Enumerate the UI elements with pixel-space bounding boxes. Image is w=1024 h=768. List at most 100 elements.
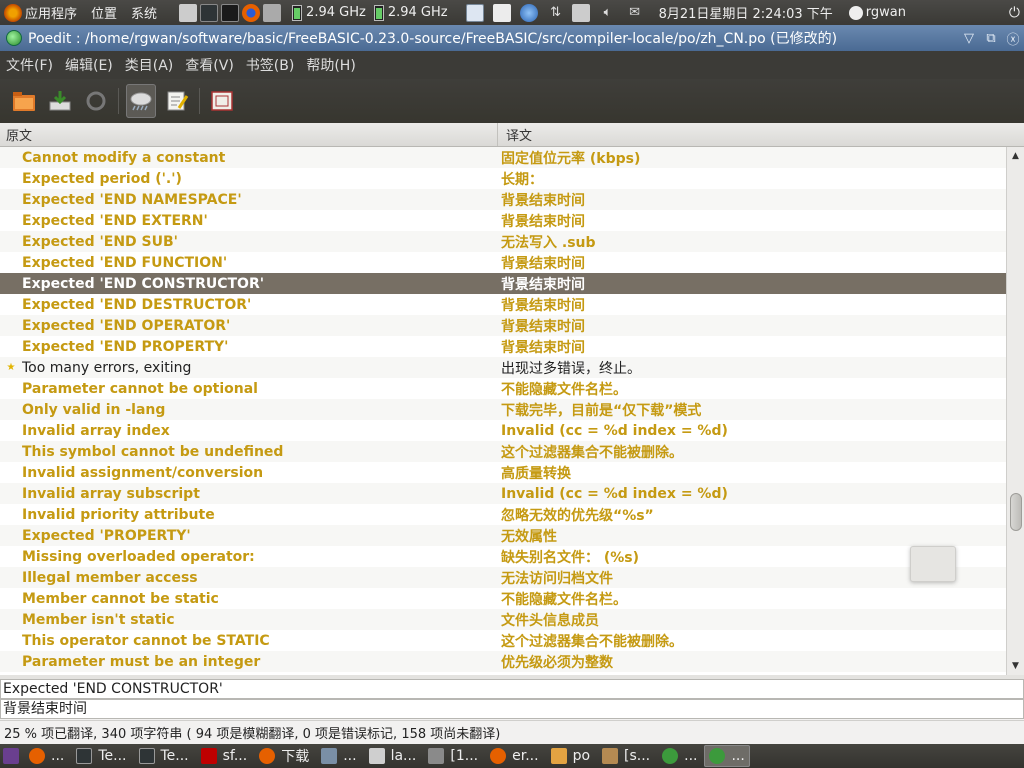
show-desktop-icon[interactable] — [3, 748, 19, 764]
comment-edit-icon — [167, 91, 189, 111]
cpu-freq-2-text: 2.94 GHz — [387, 5, 448, 20]
list-item[interactable]: Illegal member access 无法访问归档文件 — [0, 567, 1006, 588]
menu-file[interactable]: 文件(F) — [0, 55, 59, 75]
volume-icon[interactable]: 🔈︎ — [599, 4, 617, 22]
list-item[interactable]: Expected 'END NAMESPACE' 背景结束时间 — [0, 189, 1006, 210]
floating-keyboard-icon[interactable] — [910, 546, 956, 582]
taskbar-item-active[interactable]: ... — [704, 745, 750, 767]
list-item[interactable]: Member isn't static 文件头信息成员 — [0, 609, 1006, 630]
scroll-up-icon[interactable]: ▲ — [1007, 147, 1024, 165]
column-header-translation[interactable]: 译文 — [498, 125, 532, 144]
menu-edit[interactable]: 编辑(E) — [59, 55, 119, 75]
menu-places[interactable]: 位置 — [91, 3, 117, 22]
status-bar: 25 % 项已翻译, 340 项字符串 ( 94 项是模糊翻译, 0 项是错误标… — [0, 720, 1024, 744]
firefox-icon — [29, 748, 45, 764]
poedit-app-icon[interactable] — [6, 30, 22, 46]
show-desktop-button[interactable] — [0, 745, 22, 767]
update-button[interactable] — [81, 84, 111, 118]
taskbar-item[interactable]: er... — [485, 745, 543, 767]
close-button[interactable]: ⓧ — [1002, 29, 1024, 48]
taskbar-item[interactable]: ... — [316, 745, 361, 767]
menubar: 文件(F) 编辑(E) 类目(A) 查看(V) 书签(B) 帮助(H) — [0, 51, 1024, 79]
list-item[interactable]: Parameter must be an integer 优先级必须为整数 — [0, 651, 1006, 672]
list-scrollbar[interactable]: ▲ ▼ — [1006, 147, 1024, 675]
fuzzy-cloud-icon — [130, 92, 152, 111]
bottom-panel: ... Te... Te... sf... 下载 ... la... [1...… — [0, 744, 1024, 768]
window-title-bar[interactable]: Poedit : /home/rgwan/software/basic/Free… — [0, 25, 1024, 51]
save-icon — [49, 91, 71, 111]
screenshot-icon[interactable] — [179, 3, 198, 22]
applications-menu[interactable]: 应用程序 位置 系统 — [0, 0, 175, 25]
column-header-source[interactable]: 原文 — [0, 123, 498, 146]
menu-system[interactable]: 系统 — [131, 3, 157, 22]
maximize-button[interactable]: ⧉ — [980, 31, 1002, 46]
taskbar-item[interactable]: [1... — [423, 745, 483, 767]
taskbar-item[interactable]: sf... — [196, 745, 253, 767]
list-item-selected[interactable]: Expected 'END CONSTRUCTOR' 背景结束时间 — [0, 273, 1006, 294]
list-item[interactable]: Missing overloaded operator: 缺失别名文件： (%s) — [0, 546, 1006, 567]
open-folder-icon — [13, 92, 35, 111]
system-monitor-icon[interactable] — [221, 3, 240, 22]
firefox-icon[interactable] — [242, 3, 261, 22]
taskbar-item[interactable]: Te... — [134, 745, 194, 767]
fuzzy-toggle-button[interactable] — [126, 84, 156, 118]
open-button[interactable] — [9, 84, 39, 118]
taskbar-item[interactable]: ... — [24, 745, 69, 767]
list-item[interactable]: Expected 'END DESTRUCTOR' 背景结束时间 — [0, 294, 1006, 315]
power-button[interactable]: ⏻ — [1005, 0, 1024, 25]
clock-text[interactable]: 8月21日星期日 2:24:03 下午 — [659, 3, 833, 22]
list-item[interactable]: ★ Too many errors, exiting 出现过多错误，终止。 — [0, 357, 1006, 378]
list-item[interactable]: Invalid array index Invalid (cc = %d inde… — [0, 420, 1006, 441]
taskbar-item[interactable]: Te... — [71, 745, 131, 767]
list-item[interactable]: Expected 'END EXTERN' 背景结束时间 — [0, 210, 1006, 231]
user-name[interactable]: rgwan — [866, 5, 906, 20]
menu-help[interactable]: 帮助(H) — [300, 55, 361, 75]
input-method-icon[interactable] — [519, 3, 538, 22]
list-item[interactable]: Expected period ('.') 长期： — [0, 168, 1006, 189]
network-transfer-icon[interactable]: ⇅ — [547, 4, 565, 22]
clock[interactable]: 8月21日星期日 2:24:03 下午 — [655, 0, 837, 25]
comment-button[interactable] — [162, 84, 192, 118]
menu-catalog[interactable]: 类目(A) — [119, 55, 180, 75]
terminal-icon[interactable] — [200, 3, 219, 22]
minimize-button[interactable]: ▽ — [958, 31, 980, 46]
update-icon — [86, 91, 106, 111]
mail-icon[interactable]: ✉ — [626, 4, 644, 22]
translation-editor[interactable]: 背景结束时间 — [0, 699, 1024, 719]
list-item[interactable]: Invalid array subscript Invalid (cc = %d … — [0, 483, 1006, 504]
taskbar-item[interactable]: la... — [364, 745, 422, 767]
user-status-icon — [848, 5, 863, 20]
power-icon[interactable]: ⏻ — [1009, 5, 1020, 21]
list-item[interactable]: Invalid assignment/conversion 高质量转换 — [0, 462, 1006, 483]
keyboard-icon[interactable] — [571, 3, 590, 22]
poedit-icon — [662, 748, 679, 764]
taskbar-item[interactable]: ... — [657, 745, 702, 767]
list-item[interactable]: Cannot modify a constant 固定值位元率 (kbps) — [0, 147, 1006, 168]
list-item[interactable]: This symbol cannot be undefined 这个过滤器集合不能… — [0, 441, 1006, 462]
notes-icon[interactable] — [492, 3, 511, 22]
list-item[interactable]: Expected 'END FUNCTION' 背景结束时间 — [0, 252, 1006, 273]
list-item[interactable]: Expected 'END OPERATOR' 背景结束时间 — [0, 315, 1006, 336]
list-item[interactable]: Member cannot be static 不能隐藏文件名栏。 — [0, 588, 1006, 609]
fullscreen-button[interactable] — [207, 84, 237, 118]
taskbar-item[interactable]: [s... — [597, 745, 655, 767]
list-item[interactable]: Expected 'END PROPERTY' 背景结束时间 — [0, 336, 1006, 357]
taskbar-item[interactable]: po — [546, 745, 595, 767]
scroll-down-icon[interactable]: ▼ — [1007, 657, 1024, 675]
list-item[interactable]: Parameter cannot be optional 不能隐藏文件名栏。 — [0, 378, 1006, 399]
menu-view[interactable]: 查看(V) — [179, 55, 240, 75]
list-item[interactable]: Expected 'END SUB' 无法写入 .sub — [0, 231, 1006, 252]
menu-applications[interactable]: 应用程序 — [25, 3, 77, 22]
list-item[interactable]: Invalid priority attribute 忽略无效的优先级“%s” — [0, 504, 1006, 525]
workspace-icon[interactable] — [465, 3, 484, 22]
user-menu[interactable]: rgwan — [845, 0, 910, 25]
list-item[interactable]: Expected 'PROPERTY' 无效属性 — [0, 525, 1006, 546]
list-item[interactable]: Only valid in -lang 下载完毕，目前是“仅下载”模式 — [0, 399, 1006, 420]
save-button[interactable] — [45, 84, 75, 118]
taskbar-item[interactable]: 下载 — [254, 745, 314, 767]
folder-icon — [550, 748, 567, 764]
list-item[interactable]: This operator cannot be STATIC 这个过滤器集合不能被… — [0, 630, 1006, 651]
network-icon[interactable] — [263, 3, 282, 22]
scroll-thumb[interactable] — [1010, 493, 1022, 531]
menu-bookmarks[interactable]: 书签(B) — [240, 55, 301, 75]
